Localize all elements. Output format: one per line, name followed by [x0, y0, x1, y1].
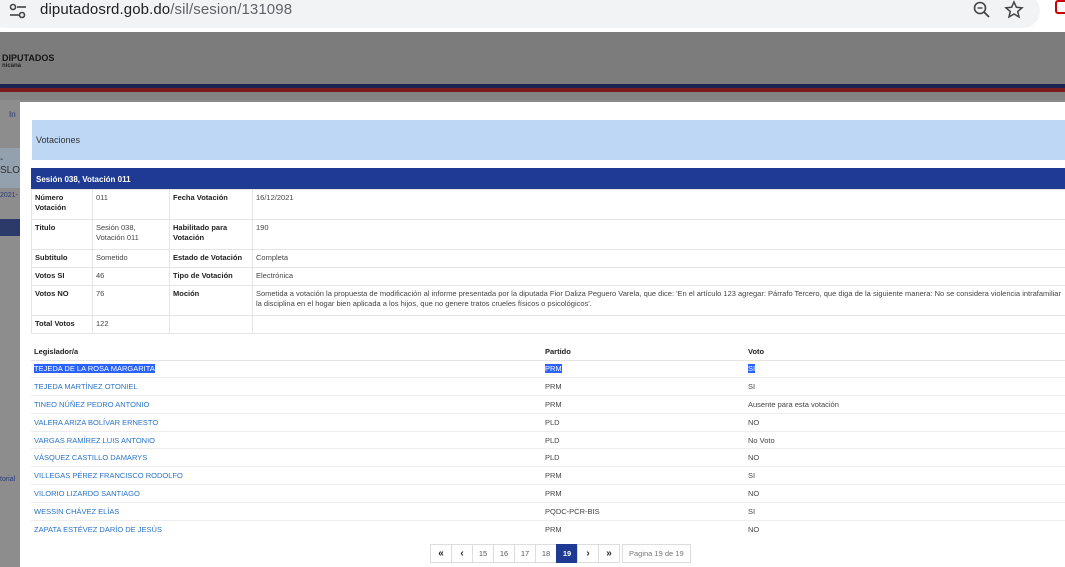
- label-mocion: Moción: [169, 285, 253, 316]
- label-numero: Número Votación: [31, 189, 93, 220]
- url-text[interactable]: diputadosrd.gob.do/sil/sesion/131098: [40, 1, 292, 18]
- party-cell: PLD: [545, 435, 560, 445]
- vote-cell: SI: [748, 364, 756, 374]
- label-total: Total Votos: [31, 315, 93, 334]
- legislator-link[interactable]: VARGAS RAMÍREZ LUIS ANTONIO: [34, 436, 155, 445]
- vote-cell: Ausente para esta votación: [748, 399, 839, 409]
- legislator-link[interactable]: WESSIN CHÁVEZ ELÍAS: [34, 507, 119, 516]
- party-cell: PRM: [545, 382, 562, 392]
- page-button[interactable]: 17: [514, 544, 536, 563]
- value-titulo: Sesión 038, Votación 011: [92, 219, 170, 250]
- party-cell: PRM: [545, 524, 562, 534]
- table-row: VILORIO LIZARDO SANTIAGO PRM NO: [31, 484, 1065, 503]
- party-cell: PLD: [545, 453, 560, 463]
- legislator-link[interactable]: VÁSQUEZ CASTILLO DAMARYS: [34, 453, 147, 462]
- last-page-button[interactable]: »: [598, 544, 620, 563]
- legislator-link[interactable]: TEJEDA DE LA ROSA MARGARITA: [34, 364, 155, 374]
- party-cell: PRM: [545, 399, 562, 409]
- current-page-button[interactable]: 19: [556, 544, 578, 563]
- zoom-icon[interactable]: [972, 0, 992, 20]
- value-estado: Completa: [252, 249, 1065, 268]
- bg-text: -SLO: [0, 154, 21, 176]
- label-votos-si: Votos SI: [31, 267, 93, 286]
- vote-cell: NO: [748, 453, 760, 463]
- label-estado: Estado de Votación: [169, 249, 253, 268]
- prev-page-button[interactable]: ‹: [451, 544, 473, 563]
- value-votos-si: 46: [92, 267, 170, 286]
- page-info: Pagina 19 de 19: [622, 544, 691, 563]
- page-button[interactable]: 18: [535, 544, 557, 563]
- table-row: VÁSQUEZ CASTILLO DAMARYS PLD NO: [31, 448, 1065, 467]
- label-fecha: Fecha Votación: [169, 189, 253, 220]
- browser-toolbar: diputadosrd.gob.do/sil/sesion/131098: [0, 0, 1065, 32]
- vote-cell: NO: [748, 417, 760, 427]
- legislator-link[interactable]: VALERA ARIZA BOLÍVAR ERNESTO: [34, 418, 158, 427]
- site-settings-icon[interactable]: [8, 3, 28, 19]
- legislator-link[interactable]: TEJEDA MARTÍNEZ OTONIEL: [34, 382, 138, 391]
- modal-title: Votaciones: [36, 135, 81, 145]
- table-row: VALERA ARIZA BOLÍVAR ERNESTO PLD NO: [31, 412, 1065, 432]
- value-votos-no: 76: [92, 285, 170, 316]
- votes-table: Legislador/a Partido Voto TEJEDA DE LA R…: [31, 343, 1065, 538]
- label-habilitado: Habilitado para Votación: [169, 219, 253, 250]
- label-votos-no: Votos NO: [31, 285, 93, 316]
- value-mocion: Sometida a votación la propuesta de modi…: [252, 285, 1065, 316]
- label-titulo: Titulo: [31, 219, 93, 250]
- value-fecha: 16/12/2021: [252, 189, 1065, 220]
- party-cell: PQDC-PCR-BIS: [545, 506, 600, 516]
- party-cell: PRM: [545, 488, 562, 498]
- label-tipo: Tipo de Votación: [169, 267, 253, 286]
- party-cell: PLD: [545, 417, 560, 427]
- next-page-button[interactable]: ›: [577, 544, 599, 563]
- table-row: ZAPATA ESTÉVEZ DARÍO DE JESÚS PRM NO: [31, 519, 1065, 538]
- value-numero: 011: [92, 189, 170, 220]
- party-cell: PRM: [545, 364, 562, 374]
- site-brand: DIPUTADOS nicana: [2, 53, 55, 70]
- bg-text: torial: [0, 476, 16, 483]
- table-row: TEJEDA DE LA ROSA MARGARITA PRM SI: [31, 359, 1065, 378]
- table-row: VILLEGAS PÉREZ FRANCISCO RODOLFO PRM SI: [31, 466, 1065, 485]
- pagination: « ‹ 15 16 17 18 19 › » Pagina 19 de 19: [430, 544, 691, 563]
- label-subtitulo: Subtitulo: [31, 249, 93, 268]
- vote-cell: NO: [748, 488, 760, 498]
- column-header-voto[interactable]: Voto: [745, 343, 1065, 361]
- page-button[interactable]: 16: [493, 544, 515, 563]
- modal-header: Votaciones: [32, 120, 1065, 160]
- site-header: DIPUTADOS nicana: [0, 32, 1065, 84]
- background-sidebar: In -SLO 2021- torial: [0, 100, 20, 567]
- first-page-button[interactable]: «: [430, 544, 452, 563]
- value-subtitulo: Sometido: [92, 249, 170, 268]
- vote-cell: No Voto: [748, 435, 775, 445]
- vote-info-table: Número Votación 011 Fecha Votación 16/12…: [31, 189, 1065, 334]
- legislator-link[interactable]: TINEO NÚÑEZ PEDRO ANTONIO: [34, 400, 149, 409]
- table-row: TEJEDA MARTÍNEZ OTONIEL PRM SI: [31, 377, 1065, 396]
- page-button[interactable]: 15: [472, 544, 494, 563]
- column-header-partido[interactable]: Partido: [542, 343, 745, 361]
- bg-text: In: [9, 110, 16, 119]
- extension-icon[interactable]: [1055, 0, 1065, 14]
- value-tipo: Electrónica: [252, 267, 1065, 286]
- votaciones-modal: Votaciones Sesión 038, Votación 011 Núme…: [20, 102, 1065, 567]
- header-stripe: [0, 92, 1065, 100]
- column-header-legislador[interactable]: Legislador/a: [31, 343, 542, 361]
- vote-cell: SI: [748, 506, 756, 516]
- vote-cell: NO: [748, 524, 760, 534]
- legislator-link[interactable]: VILORIO LIZARDO SANTIAGO: [34, 489, 140, 498]
- panel-title: Sesión 038, Votación 011: [31, 168, 1065, 190]
- table-row: TINEO NÚÑEZ PEDRO ANTONIO PRM Ausente para…: [31, 395, 1065, 414]
- value-total: 122: [92, 315, 170, 334]
- vote-cell: SI: [748, 382, 756, 392]
- table-row: VARGAS RAMÍREZ LUIS ANTONIO PLD No Voto: [31, 430, 1065, 449]
- legislator-link[interactable]: VILLEGAS PÉREZ FRANCISCO RODOLFO: [34, 471, 183, 480]
- value-habilitado: 190: [252, 219, 1065, 250]
- legislator-link[interactable]: ZAPATA ESTÉVEZ DARÍO DE JESÚS: [34, 525, 162, 534]
- party-cell: PRM: [545, 471, 562, 481]
- bg-text: 2021-: [0, 192, 18, 199]
- bookmark-star-icon[interactable]: [1004, 0, 1024, 20]
- vote-cell: SI: [748, 471, 756, 481]
- table-row: WESSIN CHÁVEZ ELÍAS PQDC-PCR-BIS SI: [31, 501, 1065, 521]
